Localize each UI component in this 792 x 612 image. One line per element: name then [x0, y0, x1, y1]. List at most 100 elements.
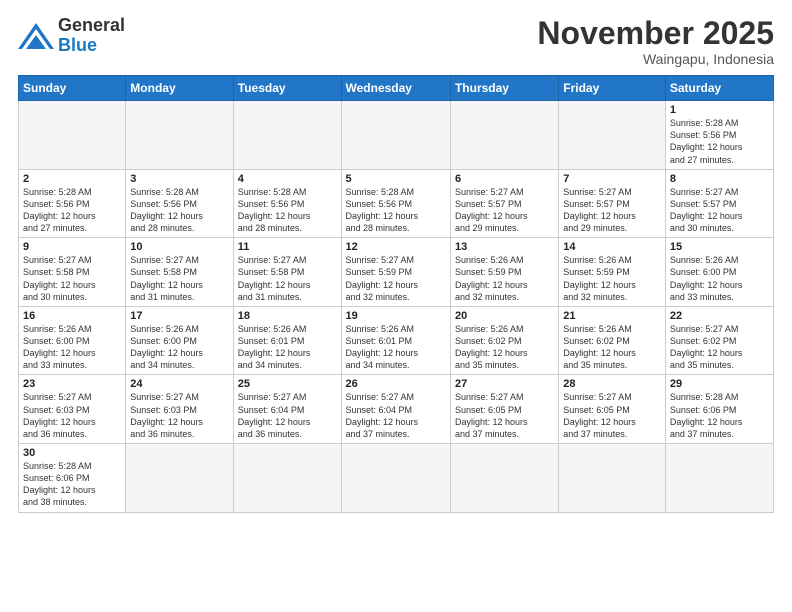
- day-number: 29: [670, 378, 769, 390]
- logo-line1: General: [58, 16, 125, 36]
- calendar-cell: 8Sunrise: 5:27 AM Sunset: 5:57 PM Daylig…: [665, 169, 773, 238]
- day-info: Sunrise: 5:28 AM Sunset: 5:56 PM Dayligh…: [130, 186, 228, 235]
- day-info: Sunrise: 5:27 AM Sunset: 6:03 PM Dayligh…: [130, 391, 228, 440]
- day-info: Sunrise: 5:27 AM Sunset: 6:02 PM Dayligh…: [670, 323, 769, 372]
- calendar-cell: 27Sunrise: 5:27 AM Sunset: 6:05 PM Dayli…: [450, 375, 558, 444]
- calendar-cell: [233, 101, 341, 170]
- calendar-cell: 4Sunrise: 5:28 AM Sunset: 5:56 PM Daylig…: [233, 169, 341, 238]
- calendar-cell: 20Sunrise: 5:26 AM Sunset: 6:02 PM Dayli…: [450, 306, 558, 375]
- calendar-cell: 25Sunrise: 5:27 AM Sunset: 6:04 PM Dayli…: [233, 375, 341, 444]
- calendar-cell: [126, 444, 233, 513]
- calendar-cell: 11Sunrise: 5:27 AM Sunset: 5:58 PM Dayli…: [233, 238, 341, 307]
- calendar-cell: 22Sunrise: 5:27 AM Sunset: 6:02 PM Dayli…: [665, 306, 773, 375]
- calendar-cell: [126, 101, 233, 170]
- calendar-cell: 29Sunrise: 5:28 AM Sunset: 6:06 PM Dayli…: [665, 375, 773, 444]
- day-number: 17: [130, 310, 228, 322]
- day-info: Sunrise: 5:26 AM Sunset: 6:00 PM Dayligh…: [130, 323, 228, 372]
- day-number: 12: [346, 241, 446, 253]
- day-number: 4: [238, 173, 337, 185]
- day-info: Sunrise: 5:27 AM Sunset: 5:57 PM Dayligh…: [563, 186, 661, 235]
- calendar-cell: 23Sunrise: 5:27 AM Sunset: 6:03 PM Dayli…: [19, 375, 126, 444]
- calendar-cell: 6Sunrise: 5:27 AM Sunset: 5:57 PM Daylig…: [450, 169, 558, 238]
- calendar-cell: 15Sunrise: 5:26 AM Sunset: 6:00 PM Dayli…: [665, 238, 773, 307]
- weekday-header: Monday: [126, 76, 233, 101]
- day-info: Sunrise: 5:27 AM Sunset: 5:58 PM Dayligh…: [23, 254, 121, 303]
- calendar-cell: [665, 444, 773, 513]
- day-number: 13: [455, 241, 554, 253]
- day-number: 19: [346, 310, 446, 322]
- day-number: 24: [130, 378, 228, 390]
- title-block: November 2025 Waingapu, Indonesia: [537, 16, 774, 67]
- day-info: Sunrise: 5:28 AM Sunset: 6:06 PM Dayligh…: [23, 460, 121, 509]
- header: General Blue November 2025 Waingapu, Ind…: [18, 16, 774, 67]
- weekday-header: Thursday: [450, 76, 558, 101]
- logo-line2: Blue: [58, 35, 97, 55]
- calendar-cell: 3Sunrise: 5:28 AM Sunset: 5:56 PM Daylig…: [126, 169, 233, 238]
- calendar-week-row: 30Sunrise: 5:28 AM Sunset: 6:06 PM Dayli…: [19, 444, 774, 513]
- calendar-cell: [19, 101, 126, 170]
- day-info: Sunrise: 5:26 AM Sunset: 5:59 PM Dayligh…: [563, 254, 661, 303]
- calendar-cell: [341, 101, 450, 170]
- calendar-cell: 12Sunrise: 5:27 AM Sunset: 5:59 PM Dayli…: [341, 238, 450, 307]
- calendar-cell: 2Sunrise: 5:28 AM Sunset: 5:56 PM Daylig…: [19, 169, 126, 238]
- day-info: Sunrise: 5:26 AM Sunset: 5:59 PM Dayligh…: [455, 254, 554, 303]
- day-number: 30: [23, 447, 121, 459]
- calendar-cell: 1Sunrise: 5:28 AM Sunset: 5:56 PM Daylig…: [665, 101, 773, 170]
- day-number: 3: [130, 173, 228, 185]
- day-number: 8: [670, 173, 769, 185]
- weekday-header: Wednesday: [341, 76, 450, 101]
- day-number: 7: [563, 173, 661, 185]
- day-info: Sunrise: 5:26 AM Sunset: 6:00 PM Dayligh…: [670, 254, 769, 303]
- logo-icon: [18, 21, 54, 51]
- day-info: Sunrise: 5:28 AM Sunset: 5:56 PM Dayligh…: [238, 186, 337, 235]
- calendar-cell: [233, 444, 341, 513]
- weekday-header: Saturday: [665, 76, 773, 101]
- day-number: 26: [346, 378, 446, 390]
- calendar-cell: 30Sunrise: 5:28 AM Sunset: 6:06 PM Dayli…: [19, 444, 126, 513]
- calendar-cell: 18Sunrise: 5:26 AM Sunset: 6:01 PM Dayli…: [233, 306, 341, 375]
- day-info: Sunrise: 5:27 AM Sunset: 6:04 PM Dayligh…: [238, 391, 337, 440]
- calendar-cell: 24Sunrise: 5:27 AM Sunset: 6:03 PM Dayli…: [126, 375, 233, 444]
- day-info: Sunrise: 5:27 AM Sunset: 6:05 PM Dayligh…: [563, 391, 661, 440]
- logo: General Blue: [18, 16, 125, 56]
- day-number: 23: [23, 378, 121, 390]
- weekday-header: Tuesday: [233, 76, 341, 101]
- calendar-cell: 16Sunrise: 5:26 AM Sunset: 6:00 PM Dayli…: [19, 306, 126, 375]
- calendar-cell: 14Sunrise: 5:26 AM Sunset: 5:59 PM Dayli…: [559, 238, 666, 307]
- day-number: 5: [346, 173, 446, 185]
- logo-text: General Blue: [58, 16, 125, 56]
- day-info: Sunrise: 5:27 AM Sunset: 5:58 PM Dayligh…: [130, 254, 228, 303]
- day-info: Sunrise: 5:28 AM Sunset: 5:56 PM Dayligh…: [670, 117, 769, 166]
- day-number: 10: [130, 241, 228, 253]
- day-info: Sunrise: 5:28 AM Sunset: 6:06 PM Dayligh…: [670, 391, 769, 440]
- day-info: Sunrise: 5:26 AM Sunset: 6:01 PM Dayligh…: [238, 323, 337, 372]
- calendar-cell: 19Sunrise: 5:26 AM Sunset: 6:01 PM Dayli…: [341, 306, 450, 375]
- day-info: Sunrise: 5:26 AM Sunset: 6:02 PM Dayligh…: [563, 323, 661, 372]
- day-info: Sunrise: 5:27 AM Sunset: 5:58 PM Dayligh…: [238, 254, 337, 303]
- day-number: 1: [670, 104, 769, 116]
- day-number: 11: [238, 241, 337, 253]
- day-number: 9: [23, 241, 121, 253]
- day-info: Sunrise: 5:27 AM Sunset: 5:57 PM Dayligh…: [455, 186, 554, 235]
- day-info: Sunrise: 5:28 AM Sunset: 5:56 PM Dayligh…: [23, 186, 121, 235]
- day-number: 18: [238, 310, 337, 322]
- weekday-header: Friday: [559, 76, 666, 101]
- calendar-week-row: 16Sunrise: 5:26 AM Sunset: 6:00 PM Dayli…: [19, 306, 774, 375]
- day-number: 6: [455, 173, 554, 185]
- day-number: 21: [563, 310, 661, 322]
- day-info: Sunrise: 5:27 AM Sunset: 6:03 PM Dayligh…: [23, 391, 121, 440]
- calendar-cell: 26Sunrise: 5:27 AM Sunset: 6:04 PM Dayli…: [341, 375, 450, 444]
- calendar-week-row: 2Sunrise: 5:28 AM Sunset: 5:56 PM Daylig…: [19, 169, 774, 238]
- day-info: Sunrise: 5:26 AM Sunset: 6:02 PM Dayligh…: [455, 323, 554, 372]
- calendar-cell: 21Sunrise: 5:26 AM Sunset: 6:02 PM Dayli…: [559, 306, 666, 375]
- day-info: Sunrise: 5:27 AM Sunset: 5:59 PM Dayligh…: [346, 254, 446, 303]
- day-info: Sunrise: 5:27 AM Sunset: 6:04 PM Dayligh…: [346, 391, 446, 440]
- calendar-header-row: SundayMondayTuesdayWednesdayThursdayFrid…: [19, 76, 774, 101]
- calendar-cell: [450, 101, 558, 170]
- calendar-week-row: 1Sunrise: 5:28 AM Sunset: 5:56 PM Daylig…: [19, 101, 774, 170]
- day-number: 22: [670, 310, 769, 322]
- day-number: 27: [455, 378, 554, 390]
- calendar-cell: [341, 444, 450, 513]
- calendar: SundayMondayTuesdayWednesdayThursdayFrid…: [18, 75, 774, 512]
- day-number: 14: [563, 241, 661, 253]
